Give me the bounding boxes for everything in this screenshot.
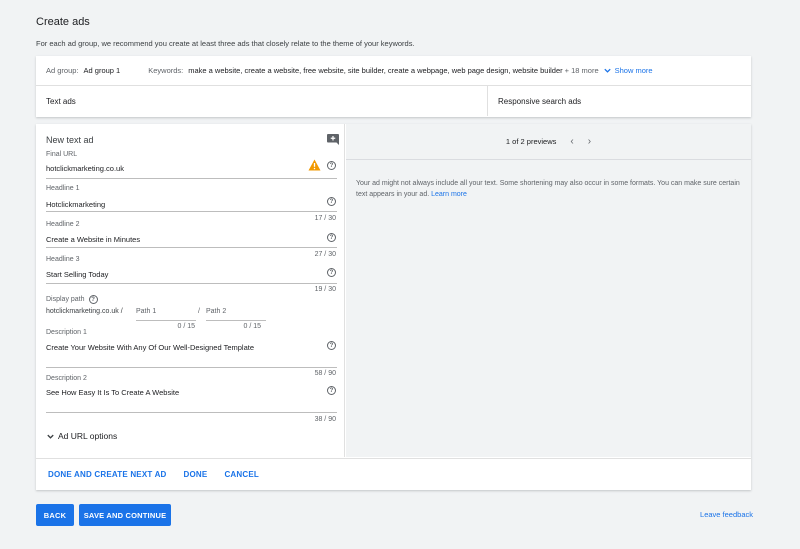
- headline-1-underline: [46, 211, 337, 212]
- preview-note-text: Your ad might not always include all you…: [356, 180, 740, 198]
- path-1-underline: [136, 320, 196, 321]
- keywords-label: Keywords:: [148, 66, 184, 75]
- page-subtitle: For each ad group, we recommend you crea…: [36, 39, 415, 48]
- path-2-underline: [206, 320, 266, 321]
- back-button[interactable]: BACK: [36, 504, 74, 526]
- chevron-left-icon[interactable]: ‹: [570, 136, 573, 147]
- path-separator: /: [198, 308, 200, 315]
- cancel-button[interactable]: CANCEL: [224, 470, 259, 479]
- description-2-input[interactable]: See How Easy It Is To Create A Website: [46, 388, 179, 397]
- ad-type-tabs: Text ads Responsive search ads: [36, 86, 751, 116]
- chevron-right-icon[interactable]: ›: [588, 136, 591, 147]
- description-1-input[interactable]: Create Your Website With Any Of Our Well…: [46, 343, 254, 352]
- tab-responsive-search-ads[interactable]: Responsive search ads: [488, 86, 751, 116]
- ad-form: New text ad Final URL hotclickmarketing.…: [36, 124, 345, 457]
- headline-2-label: Headline 2: [46, 221, 80, 228]
- path-1-input[interactable]: Path 1: [136, 308, 156, 315]
- tab-text-ads[interactable]: Text ads: [36, 86, 488, 116]
- description-2-underline: [46, 412, 337, 413]
- path-2-counter: 0 / 15: [243, 323, 261, 330]
- headline-1-help-icon[interactable]: ?: [327, 197, 336, 206]
- ad-group-row: Ad group: Ad group 1 Keywords: make a we…: [36, 56, 751, 86]
- add-comment-icon[interactable]: [327, 134, 339, 145]
- learn-more-link[interactable]: Learn more: [431, 191, 467, 198]
- ad-url-options-toggle[interactable]: Ad URL options: [46, 431, 117, 441]
- ad-preview-pane: 1 of 2 previews ‹ › Your ad might not al…: [346, 124, 751, 457]
- keywords-value: make a website, create a website, free w…: [188, 66, 563, 75]
- headline-2-counter: 27 / 30: [314, 251, 336, 258]
- description-1-label: Description 1: [46, 329, 87, 336]
- ad-group-info-card: Ad group: Ad group 1 Keywords: make a we…: [36, 56, 751, 117]
- display-path-help-icon[interactable]: ?: [88, 295, 98, 304]
- chevron-down-icon: [603, 68, 611, 73]
- final-url-label: Final URL: [46, 151, 78, 158]
- ad-url-options-label: Ad URL options: [58, 431, 118, 441]
- ad-editor-card: New text ad Final URL hotclickmarketing.…: [36, 124, 751, 490]
- headline-1-counter: 17 / 30: [314, 215, 336, 222]
- headline-3-help-icon[interactable]: ?: [327, 268, 336, 277]
- page-title: Create ads: [36, 16, 90, 28]
- show-more-label: Show more: [614, 66, 653, 75]
- ad-group-value: Ad group 1: [83, 66, 121, 75]
- headline-3-input[interactable]: Start Selling Today: [46, 270, 108, 279]
- final-url-help-icon[interactable]: ?: [327, 161, 336, 170]
- description-1-underline: [46, 367, 337, 368]
- warning-icon: [308, 159, 321, 171]
- description-1-help-icon[interactable]: ?: [327, 341, 336, 350]
- preview-header: 1 of 2 previews ‹ ›: [346, 124, 751, 160]
- path-2-input[interactable]: Path 2: [206, 308, 226, 315]
- headline-3-counter: 19 / 30: [314, 286, 336, 293]
- headline-1-input[interactable]: Hotclickmarketing: [46, 200, 105, 209]
- save-and-continue-button[interactable]: SAVE AND CONTINUE: [79, 504, 171, 526]
- keywords-more-count: + 18 more: [564, 66, 599, 75]
- preview-note: Your ad might not always include all you…: [346, 160, 751, 200]
- final-url-input[interactable]: hotclickmarketing.co.uk: [46, 164, 124, 173]
- headline-3-label: Headline 3: [46, 256, 80, 263]
- editor-actions: DONE AND CREATE NEXT AD DONE CANCEL: [36, 458, 751, 490]
- done-button[interactable]: DONE: [184, 470, 208, 479]
- display-path-base: hotclickmarketing.co.uk /: [46, 308, 123, 315]
- ad-group-label: Ad group:: [46, 66, 79, 75]
- show-more-link[interactable]: Show more: [603, 66, 653, 75]
- chevron-down-icon: [47, 434, 54, 439]
- description-2-counter: 38 / 90: [314, 416, 336, 423]
- path-1-counter: 0 / 15: [177, 323, 195, 330]
- display-path-label: Display path: [46, 296, 85, 303]
- headline-3-underline: [46, 283, 337, 284]
- headline-2-underline: [46, 247, 337, 248]
- headline-1-label: Headline 1: [46, 185, 80, 192]
- headline-2-input[interactable]: Create a Website in Minutes: [46, 235, 140, 244]
- headline-2-help-icon[interactable]: ?: [327, 233, 336, 242]
- final-url-underline: [46, 178, 337, 179]
- description-2-label: Description 2: [46, 375, 87, 382]
- display-path-row: Display path ?: [46, 295, 98, 304]
- leave-feedback-link[interactable]: Leave feedback: [700, 510, 753, 519]
- description-2-help-icon[interactable]: ?: [327, 386, 336, 395]
- preview-counter: 1 of 2 previews: [505, 137, 557, 146]
- done-and-create-next-ad-button[interactable]: DONE AND CREATE NEXT AD: [48, 470, 167, 479]
- description-1-counter: 58 / 90: [314, 370, 336, 377]
- new-ad-title: New text ad: [46, 135, 94, 145]
